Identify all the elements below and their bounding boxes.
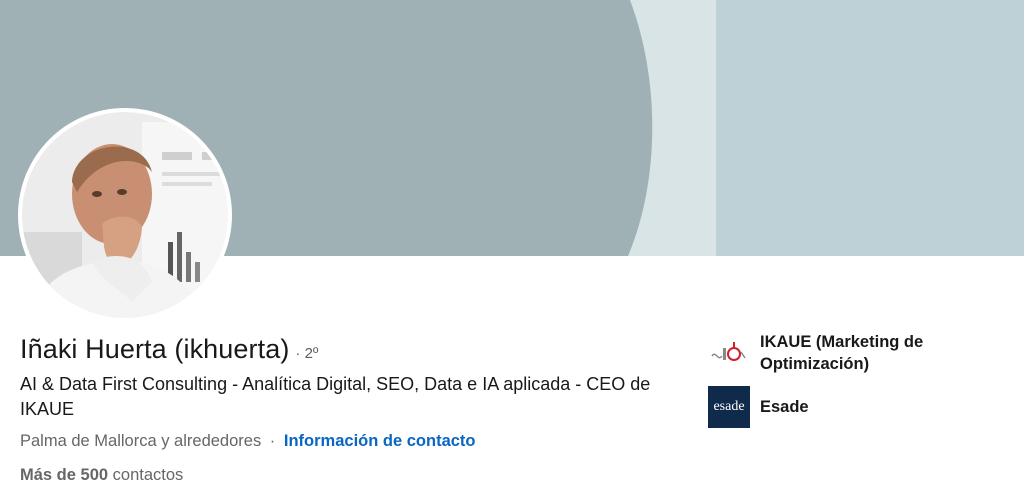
esade-logo-text: esade (708, 386, 750, 428)
location-row: Palma de Mallorca y alrededores · Inform… (20, 432, 476, 451)
org-ikaue[interactable]: IKAUE (Marketing de Optimización) (708, 331, 960, 375)
profile-name: Iñaki Huerta (ikhuerta) (20, 334, 290, 364)
profile-location: Palma de Mallorca y alrededores (20, 432, 262, 450)
profile-photo[interactable] (18, 108, 232, 322)
connections-row[interactable]: Más de 500 contactos (20, 466, 183, 485)
org-name-esade: Esade (760, 398, 809, 416)
profile-name-row: Iñaki Huerta (ikhuerta) · 2º (20, 334, 318, 365)
esade-logo-icon: esade (708, 386, 750, 428)
connections-label: contactos (112, 466, 184, 484)
org-esade[interactable]: esade Esade (708, 386, 960, 428)
connection-degree: · 2º (295, 345, 319, 362)
ikaue-logo-icon (708, 332, 750, 374)
profile-headline: AI & Data First Consulting - Analítica D… (20, 374, 651, 419)
location-separator: · (269, 432, 276, 450)
org-name-ikaue: IKAUE (Marketing de Optimización) (760, 333, 924, 373)
contact-info-link[interactable]: Información de contacto (284, 432, 476, 450)
connections-count: Más de 500 (20, 466, 109, 484)
